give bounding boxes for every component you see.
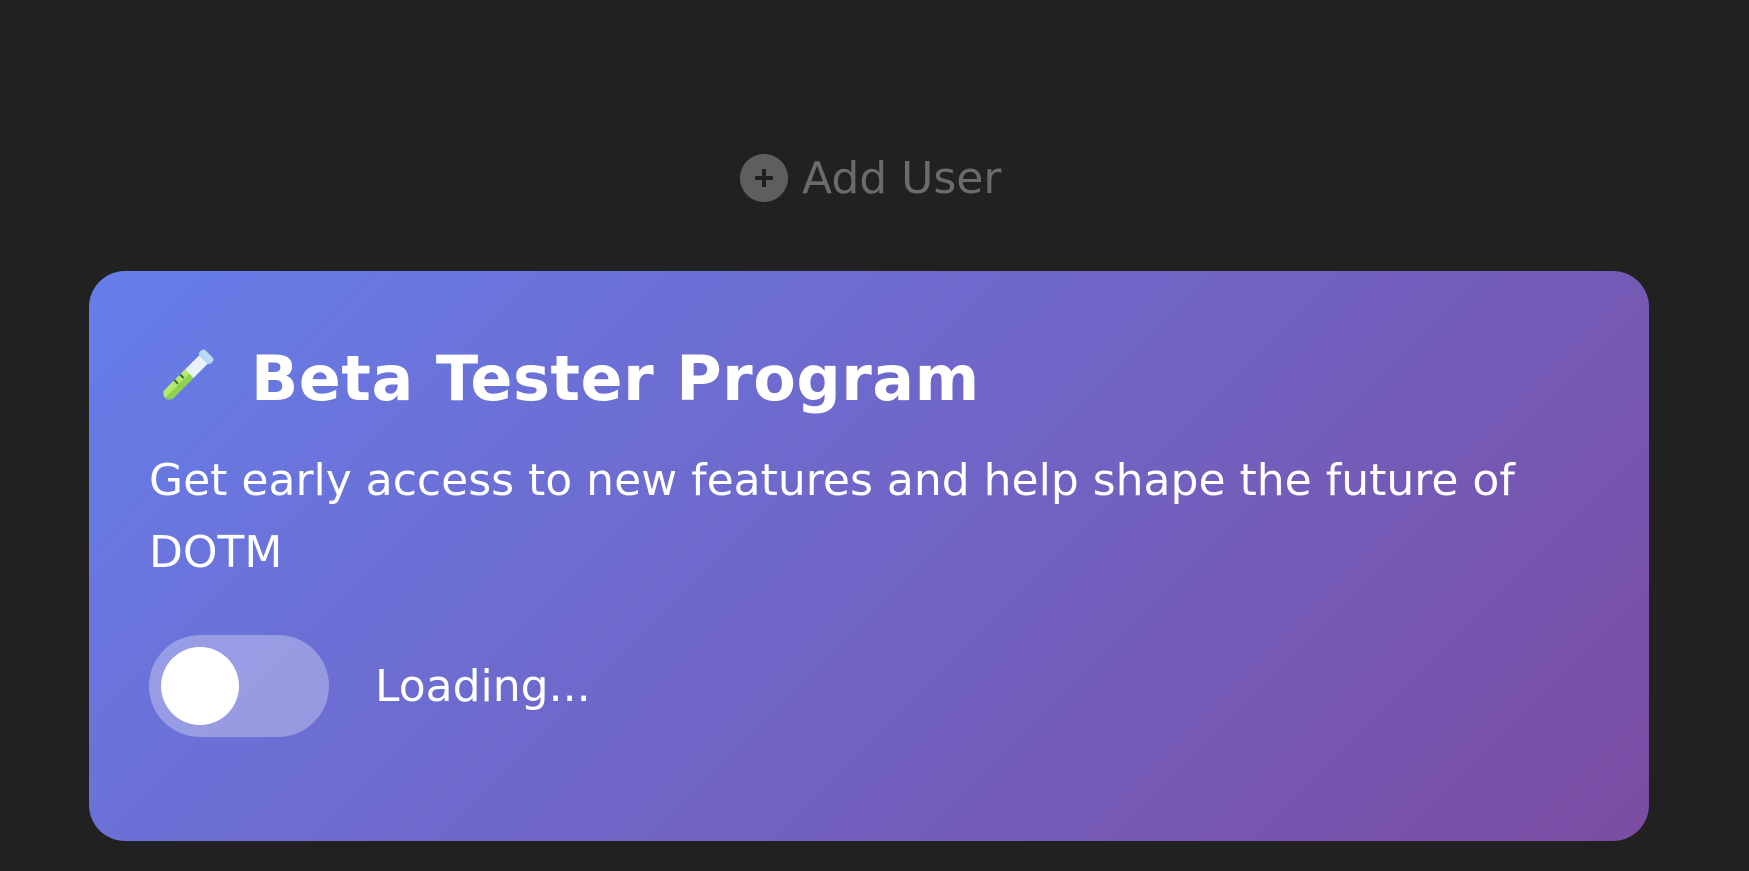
beta-tester-card: Beta Tester Program Get early access to …	[89, 271, 1649, 841]
toggle-row: Loading...	[149, 635, 1589, 737]
card-header: Beta Tester Program	[149, 333, 1589, 423]
toggle-knob	[161, 647, 239, 725]
add-user-button[interactable]: Add User	[740, 150, 1001, 206]
beta-toggle[interactable]	[149, 635, 329, 737]
plus-circle-icon	[740, 154, 788, 202]
card-title: Beta Tester Program	[251, 341, 980, 415]
test-tube-icon	[163, 349, 214, 400]
status-text: Loading...	[375, 660, 591, 712]
add-user-label: Add User	[802, 152, 1002, 204]
page: Add User Beta Tester Program Get early a…	[0, 0, 1749, 871]
card-description: Get early access to new features and hel…	[149, 455, 1515, 578]
